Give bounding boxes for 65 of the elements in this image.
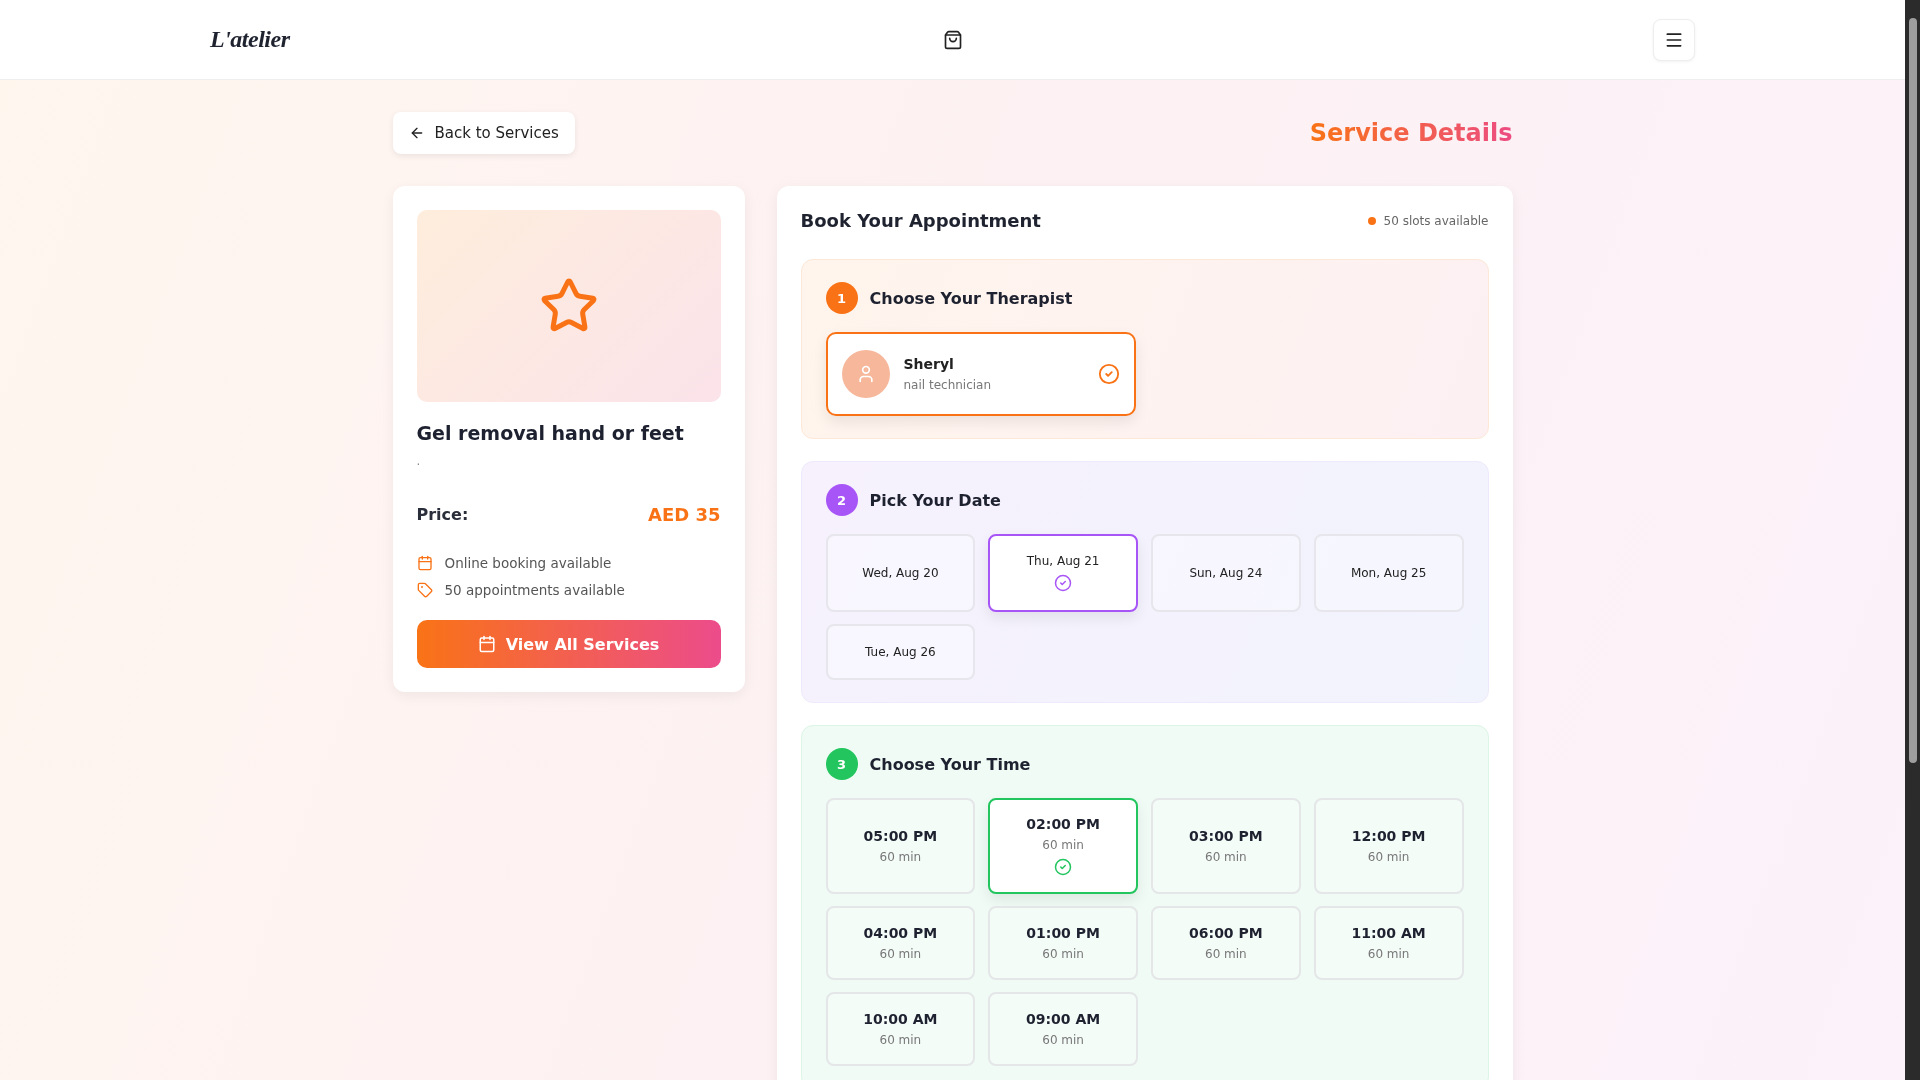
- menu-button[interactable]: [1653, 18, 1695, 61]
- service-title: Gel removal hand or feet: [416, 422, 685, 444]
- scrollbar[interactable]: [1905, 0, 1920, 1080]
- slot-duration: 60 min: [1205, 850, 1247, 864]
- step-number: 2: [825, 484, 858, 516]
- step-title: Choose Your Therapist: [869, 288, 1073, 308]
- status-dot: [1367, 216, 1376, 225]
- price: AED 35: [648, 504, 721, 525]
- time-slot[interactable]: 04:00 PM 60 min: [825, 906, 976, 980]
- slot-time: 03:00 PM: [1189, 828, 1263, 844]
- date-option[interactable]: Wed, Aug 20: [825, 534, 976, 612]
- slot-time: 01:00 PM: [1026, 925, 1100, 941]
- slot-duration: 60 min: [1367, 947, 1410, 961]
- therapist-card[interactable]: Sheryl nail technician: [825, 332, 1136, 416]
- time-slot[interactable]: 11:00 AM 60 min: [1313, 906, 1464, 980]
- time-slot[interactable]: 01:00 PM 60 min: [988, 906, 1138, 980]
- therapist-role: nail technician: [903, 378, 993, 392]
- time-slot[interactable]: 02:00 PM 60 min: [988, 798, 1138, 894]
- slots-available: 50 slots available: [1383, 213, 1489, 228]
- check-icon: [1054, 574, 1073, 592]
- time-slot[interactable]: 05:00 PM 60 min: [825, 798, 976, 894]
- service-description: .: [416, 454, 422, 468]
- calendar-icon: [477, 635, 496, 653]
- slot-time: 10:00 AM: [863, 1011, 938, 1027]
- time-slot[interactable]: 09:00 AM 60 min: [988, 992, 1138, 1066]
- slot-duration: 60 min: [1042, 947, 1084, 961]
- tag-icon: [416, 582, 433, 598]
- slot-time: 06:00 PM: [1189, 925, 1263, 941]
- back-button[interactable]: Back to Services: [392, 112, 575, 154]
- date-option[interactable]: Thu, Aug 21: [988, 534, 1138, 612]
- date-option[interactable]: Tue, Aug 26: [825, 624, 976, 680]
- slot-time: 05:00 PM: [863, 828, 938, 844]
- slot-duration: 60 min: [879, 947, 922, 961]
- step-title: Pick Your Date: [869, 490, 1001, 510]
- price-label: Price:: [416, 505, 469, 524]
- slot-duration: 60 min: [1042, 838, 1084, 852]
- date-option[interactable]: Mon, Aug 25: [1313, 534, 1464, 612]
- feature-text: Online booking available: [444, 555, 612, 571]
- slot-time: 04:00 PM: [863, 925, 938, 941]
- calendar-icon: [416, 555, 433, 571]
- therapist-name: Sheryl: [903, 356, 955, 372]
- step-number: 3: [825, 748, 858, 780]
- slot-time: 02:00 PM: [1026, 816, 1100, 832]
- shopping-bag-icon[interactable]: [942, 29, 963, 50]
- time-slot[interactable]: 12:00 PM 60 min: [1313, 798, 1464, 894]
- booking-title: Book Your Appointment: [800, 210, 1041, 231]
- slot-duration: 60 min: [1042, 1033, 1084, 1047]
- step-number: 1: [825, 282, 858, 314]
- logo[interactable]: L'atelier: [210, 26, 290, 53]
- step-title: Choose Your Time: [869, 754, 1031, 774]
- date-option[interactable]: Sun, Aug 24: [1151, 534, 1301, 612]
- slot-duration: 60 min: [879, 1033, 922, 1047]
- slot-time: 09:00 AM: [1026, 1011, 1101, 1027]
- slot-duration: 60 min: [1205, 947, 1247, 961]
- check-icon: [1097, 363, 1120, 385]
- avatar-icon: [841, 350, 890, 398]
- slot-time: 12:00 PM: [1351, 828, 1426, 844]
- feature-text: 50 appointments available: [444, 582, 625, 598]
- slot-duration: 60 min: [879, 850, 922, 864]
- slot-duration: 60 min: [1367, 850, 1410, 864]
- slot-time: 11:00 AM: [1351, 925, 1426, 941]
- time-slot[interactable]: 10:00 AM 60 min: [825, 992, 976, 1066]
- check-icon: [1054, 858, 1073, 876]
- time-slot[interactable]: 06:00 PM 60 min: [1151, 906, 1301, 980]
- time-slot[interactable]: 03:00 PM 60 min: [1151, 798, 1301, 894]
